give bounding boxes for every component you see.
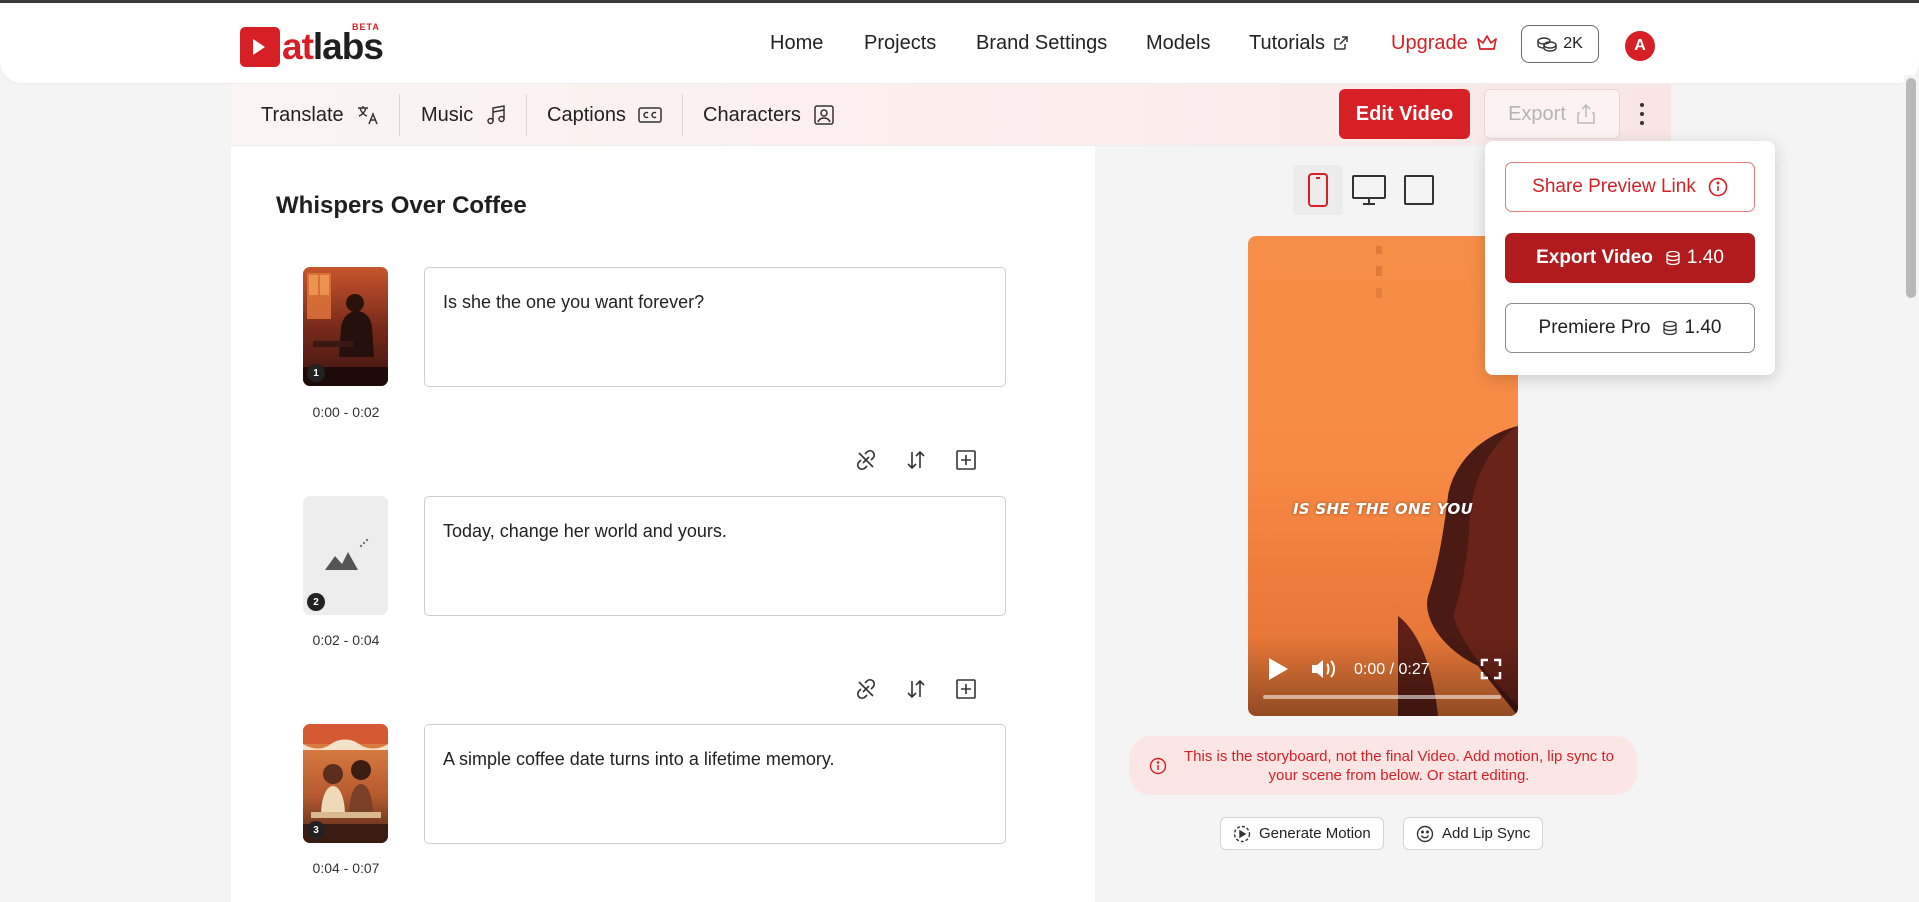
scene-thumbnail[interactable]: 1 (303, 267, 388, 386)
translate-label: Translate (261, 103, 344, 126)
motion-icon (1233, 825, 1251, 842)
external-link-icon (1334, 36, 1348, 50)
scene-timecode: 0:02 - 0:04 (312, 632, 380, 648)
video-timestamp: 0:00 / 0:27 (1354, 661, 1430, 678)
play-icon[interactable] (1266, 656, 1290, 682)
page-scrollbar-thumb[interactable] (1906, 78, 1916, 298)
scene-number: 2 (307, 593, 325, 611)
logo-mark-icon (240, 27, 280, 67)
nav-upgrade-label: Upgrade (1391, 31, 1468, 54)
landscape-ratio-icon[interactable] (1344, 165, 1394, 215)
translate-icon (357, 106, 378, 125)
portrait-ratio-icon[interactable] (1293, 165, 1343, 215)
closed-captions-icon (638, 107, 662, 123)
smile-icon (1416, 825, 1434, 842)
swap-scenes-icon[interactable] (903, 676, 929, 702)
coin-stack-icon (1666, 250, 1680, 266)
character-portrait-icon (814, 105, 834, 125)
beta-badge: BETA (352, 22, 380, 32)
premiere-pro-cost: 1.40 (1684, 317, 1722, 338)
nav-upgrade[interactable]: Upgrade (1391, 32, 1498, 55)
top-header: atlabs BETA Home Projects Brand Settings… (0, 3, 1919, 83)
video-controls: 0:00 / 0:27 (1248, 636, 1518, 716)
aspect-ratio-selector (1293, 165, 1445, 215)
video-preview[interactable]: IS SHE THE ONE YOU 0:00 / 0:27 (1248, 236, 1518, 716)
merge-scenes-icon[interactable] (853, 447, 879, 473)
scene-actions (853, 676, 979, 702)
logo-text: atlabs (282, 26, 384, 67)
merge-scenes-icon[interactable] (853, 676, 879, 702)
nav-projects[interactable]: Projects (864, 32, 936, 55)
music-label: Music (421, 103, 474, 126)
nav-tutorials-label: Tutorials (1249, 31, 1325, 54)
info-icon (1149, 757, 1167, 774)
scene-timecode: 0:00 - 0:02 (312, 404, 380, 420)
scene-script-field[interactable]: A simple coffee date turns into a lifeti… (424, 724, 1006, 844)
notice-text: This is the storyboard, not the final Vi… (1184, 747, 1614, 784)
fullscreen-icon[interactable] (1480, 658, 1502, 680)
share-preview-label: Share Preview Link (1532, 176, 1696, 197)
add-scene-icon[interactable] (953, 676, 979, 702)
premiere-pro-label: Premiere Pro (1538, 317, 1651, 338)
nav-brand-settings[interactable]: Brand Settings (976, 32, 1107, 55)
characters-tool[interactable]: Characters (703, 84, 835, 146)
share-export-icon (1577, 103, 1595, 124)
video-caption-overlay: IS SHE THE ONE YOU (1292, 500, 1474, 518)
scene-timecode: 0:04 - 0:07 (312, 860, 380, 876)
edit-video-button[interactable]: Edit Video (1339, 89, 1470, 139)
scene-thumbnail[interactable]: 3 (303, 724, 388, 843)
generate-motion-label: Generate Motion (1259, 825, 1371, 842)
add-lip-sync-label: Add Lip Sync (1442, 825, 1531, 842)
add-scene-icon[interactable] (953, 447, 979, 473)
page-title: Whispers Over Coffee (276, 192, 527, 219)
storyboard-notice: This is the storyboard, not the final Vi… (1129, 736, 1637, 795)
toolbar-divider (682, 94, 683, 136)
music-tool[interactable]: Music (421, 84, 507, 146)
export-label: Export (1508, 102, 1566, 125)
volume-icon[interactable] (1310, 658, 1338, 680)
captions-tool[interactable]: Captions (547, 84, 662, 146)
video-progress-bar[interactable] (1263, 695, 1501, 699)
export-video-cost: 1.40 (1686, 247, 1724, 268)
translate-tool[interactable]: Translate (261, 84, 380, 146)
info-icon (1708, 177, 1728, 197)
share-preview-link-button[interactable]: Share Preview Link (1505, 162, 1755, 212)
generate-motion-button[interactable]: Generate Motion (1220, 817, 1384, 850)
nav-tutorials[interactable]: Tutorials (1249, 32, 1349, 55)
toolbar-divider (526, 94, 527, 136)
swap-scenes-icon[interactable] (903, 447, 929, 473)
characters-label: Characters (703, 103, 801, 126)
scene-script-field[interactable]: Is she the one you want forever? (424, 267, 1006, 387)
coin-stack-icon (1663, 320, 1678, 336)
coins-icon (1537, 37, 1557, 52)
more-options-icon[interactable] (1632, 94, 1652, 134)
scene-number: 3 (307, 821, 325, 839)
export-button[interactable]: Export (1484, 89, 1620, 139)
export-video-label: Export Video (1536, 247, 1653, 268)
crown-icon (1476, 35, 1497, 50)
square-ratio-icon[interactable] (1394, 165, 1444, 215)
credits-count: 2K (1563, 35, 1583, 52)
brand-logo[interactable]: atlabs BETA (240, 21, 384, 67)
export-dropdown-menu: Share Preview Link Export Video 1.40 Pre… (1485, 141, 1775, 375)
premiere-pro-button[interactable]: Premiere Pro 1.40 (1505, 303, 1755, 353)
add-lip-sync-button[interactable]: Add Lip Sync (1403, 817, 1544, 850)
toolbar-divider (399, 94, 400, 136)
scene-actions (853, 447, 979, 473)
scene-number: 1 (307, 364, 325, 382)
avatar[interactable]: A (1625, 31, 1655, 61)
scene-thumbnail[interactable]: 2 (303, 496, 388, 615)
export-video-button[interactable]: Export Video 1.40 (1505, 233, 1755, 283)
music-note-icon (487, 105, 505, 125)
credits-button[interactable]: 2K (1521, 25, 1599, 63)
scene-script-field[interactable]: Today, change her world and yours. (424, 496, 1006, 616)
nav-models[interactable]: Models (1146, 32, 1210, 55)
captions-label: Captions (547, 103, 626, 126)
nav-home[interactable]: Home (770, 32, 823, 55)
